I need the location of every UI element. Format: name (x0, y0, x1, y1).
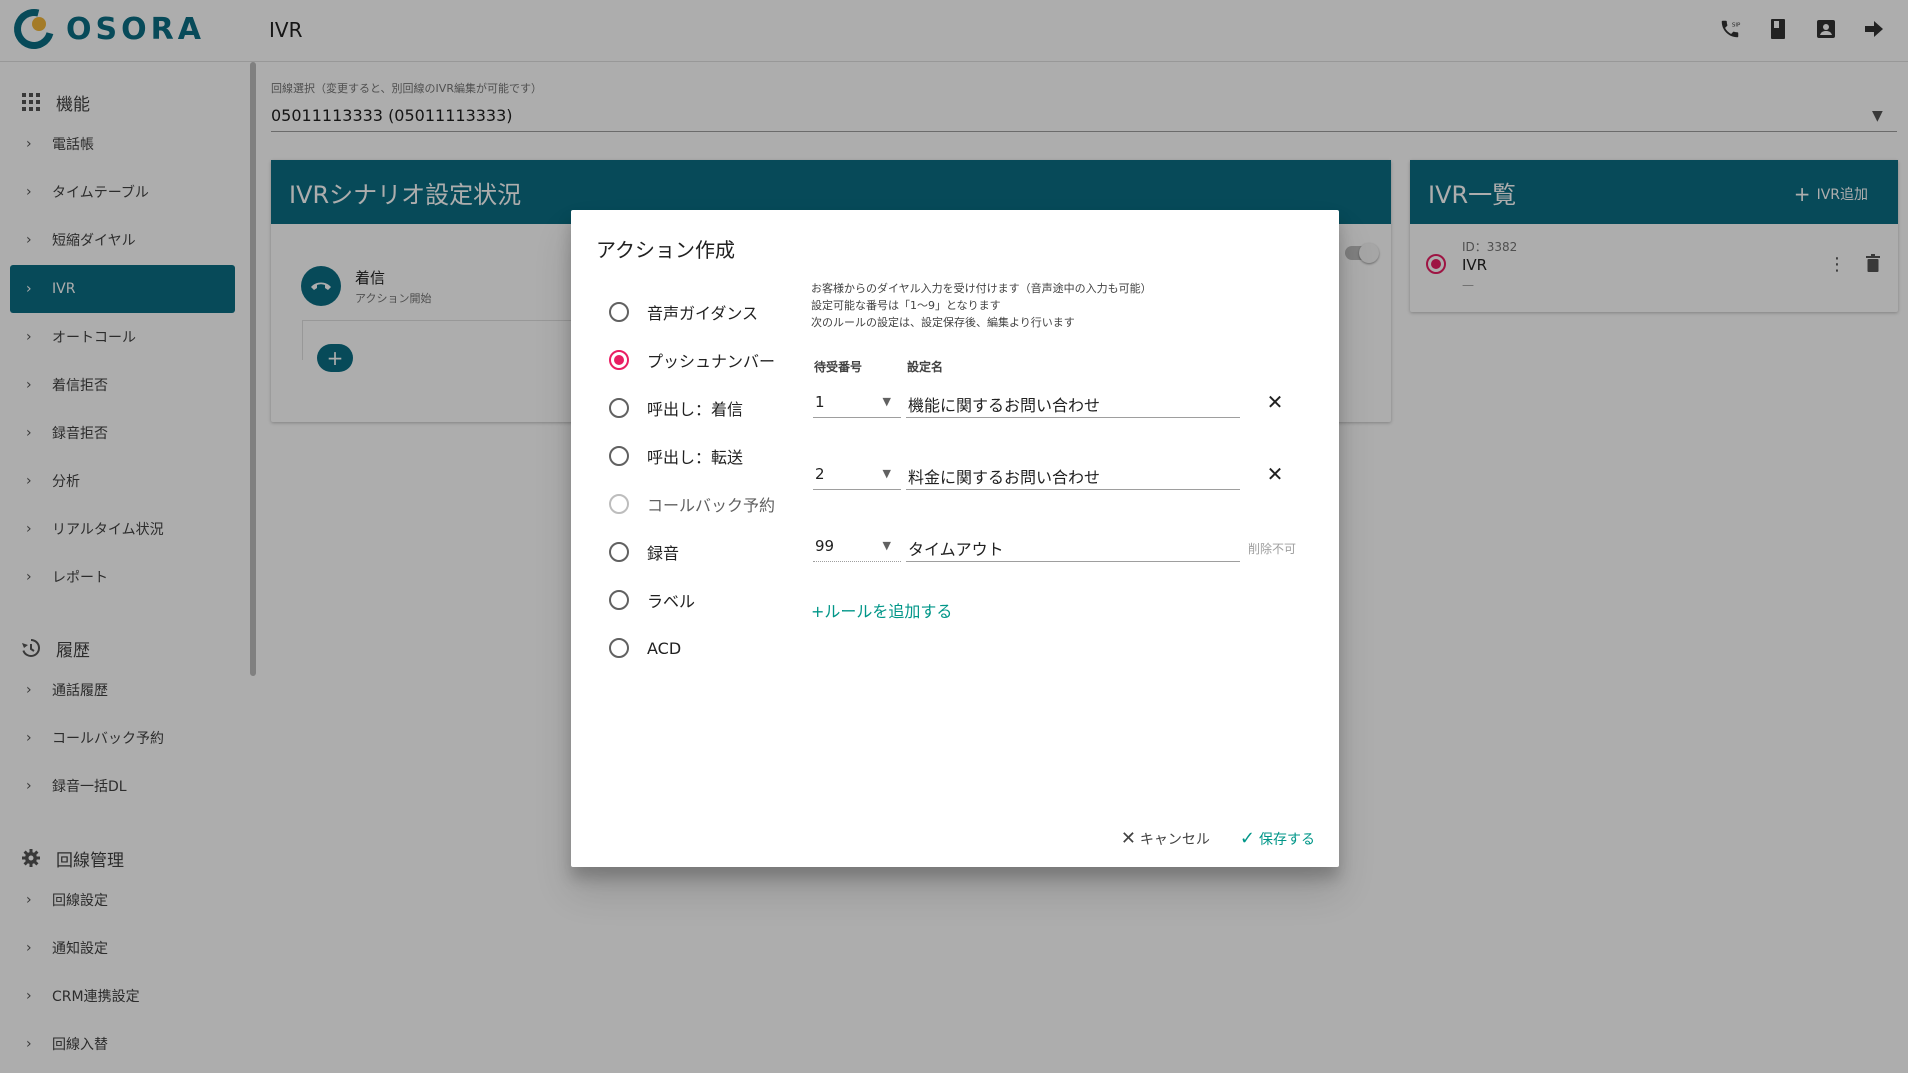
rule-number-select[interactable]: 2 ▼ (813, 460, 901, 490)
cancel-button[interactable]: ✕ キャンセル (1121, 828, 1210, 849)
rule-not-deletable-note: 削除不可 (1248, 542, 1297, 556)
check-icon: ✓ (1239, 828, 1255, 849)
description-line: お客様からのダイヤル入力を受け付けます（音声途中の入力も可能） (811, 282, 1152, 295)
option-call-transfer[interactable]: 呼出し：転送 (609, 444, 743, 468)
save-label: 保存する (1259, 831, 1315, 848)
option-label: ラベル (647, 592, 696, 611)
push-number-description: お客様からのダイヤル入力を受け付けます（音声途中の入力も可能） 設定可能な番号は… (811, 280, 1152, 331)
dropdown-caret-icon: ▼ (882, 467, 891, 480)
option-label: 呼出し：着信 (647, 400, 744, 419)
radio-button[interactable] (609, 542, 629, 562)
radio-button-disabled (609, 494, 629, 514)
cancel-label: キャンセル (1139, 831, 1210, 848)
rule-delete-close-icon[interactable]: ✕ (1263, 390, 1287, 414)
rule-name-value: タイムアウト (908, 540, 1004, 559)
option-voice-guidance[interactable]: 音声ガイダンス (609, 300, 758, 324)
rule-delete-close-icon[interactable]: ✕ (1263, 462, 1287, 486)
rule-number-value: 2 (815, 465, 825, 483)
option-label: コールバック予約 (647, 496, 776, 515)
option-callback-reservation: コールバック予約 (609, 492, 775, 516)
action-create-dialog: アクション作成 音声ガイダンス プッシュナンバー 呼出し：着信 呼出し：転送 コ… (571, 210, 1339, 867)
rule-number-value: 99 (815, 537, 835, 555)
option-label: 呼出し：転送 (647, 448, 744, 467)
option-label: ACD (647, 638, 682, 658)
option-label: プッシュナンバー (647, 352, 776, 371)
rule-name-input[interactable]: 機能に関するお問い合わせ (906, 388, 1240, 418)
description-line: 設定可能な番号は「1〜9」となります (811, 299, 1001, 312)
radio-button-checked[interactable] (609, 350, 629, 370)
rule-name-input[interactable]: 料金に関するお問い合わせ (906, 460, 1240, 490)
save-button[interactable]: ✓ 保存する (1240, 828, 1315, 849)
dialog-title: アクション作成 (596, 238, 735, 262)
radio-button[interactable] (609, 590, 629, 610)
option-acd[interactable]: ACD (609, 636, 681, 660)
rule-name-input[interactable]: タイムアウト (906, 532, 1240, 562)
dropdown-caret-icon: ▼ (882, 395, 891, 408)
rule-number-value: 1 (815, 393, 825, 411)
dropdown-caret-icon: ▼ (882, 539, 891, 552)
option-recording[interactable]: 録音 (609, 540, 679, 564)
option-push-number[interactable]: プッシュナンバー (609, 348, 775, 372)
rule-name-value: 機能に関するお問い合わせ (908, 396, 1101, 415)
option-call-incoming[interactable]: 呼出し：着信 (609, 396, 743, 420)
column-header-name: 設定名 (907, 360, 944, 374)
option-label: 音声ガイダンス (647, 304, 759, 323)
option-label: 録音 (647, 544, 680, 563)
radio-button[interactable] (609, 398, 629, 418)
option-label-action[interactable]: ラベル (609, 588, 695, 612)
radio-button[interactable] (609, 302, 629, 322)
rule-number-select-disabled: 99 ▼ (813, 532, 901, 562)
rule-name-value: 料金に関するお問い合わせ (908, 468, 1101, 487)
add-rule-link[interactable]: +ルールを追加する (811, 598, 952, 622)
dialog-actions: ✕ キャンセル ✓ 保存する (1121, 828, 1315, 849)
column-header-number: 待受番号 (814, 360, 863, 374)
radio-button[interactable] (609, 446, 629, 466)
radio-button[interactable] (609, 638, 629, 658)
rule-number-select[interactable]: 1 ▼ (813, 388, 901, 418)
description-line: 次のルールの設定は、設定保存後、編集より行います (811, 316, 1075, 329)
close-icon: ✕ (1120, 828, 1136, 849)
